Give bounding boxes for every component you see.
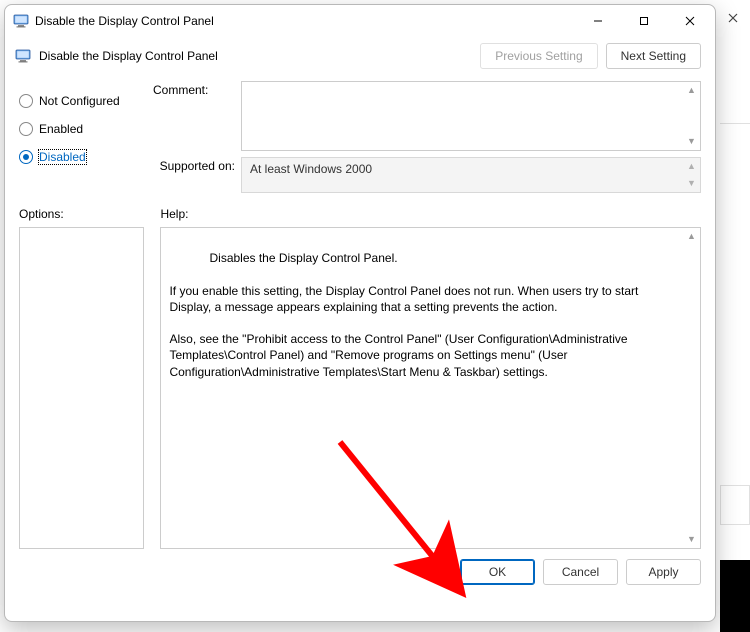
- desktop-canvas: Disable the Display Control Panel Disabl…: [0, 0, 750, 632]
- app-icon: [13, 13, 29, 29]
- dialog-footer: OK Cancel Apply: [5, 549, 715, 597]
- help-label: Help:: [160, 207, 701, 221]
- comment-textbox[interactable]: ▲ ▼: [241, 81, 701, 151]
- supported-on-text: At least Windows 2000: [250, 162, 372, 176]
- state-radio-group: Not Configured Enabled Disabled: [19, 81, 137, 193]
- window-title: Disable the Display Control Panel: [35, 14, 214, 28]
- policy-icon: [15, 48, 31, 64]
- options-pane: [19, 227, 144, 549]
- radio-icon: [19, 94, 33, 108]
- radio-label: Disabled: [39, 150, 86, 164]
- supported-on-label: Supported on:: [153, 157, 235, 193]
- policy-title: Disable the Display Control Panel: [39, 49, 218, 63]
- bg-window-close-button[interactable]: [716, 5, 750, 31]
- supported-on-box: At least Windows 2000 ▲ ▼: [241, 157, 701, 193]
- bg-panel: [720, 485, 750, 525]
- cancel-button[interactable]: Cancel: [543, 559, 618, 585]
- radio-label: Enabled: [39, 122, 83, 136]
- apply-button[interactable]: Apply: [626, 559, 701, 585]
- scroll-up-icon[interactable]: ▲: [683, 228, 700, 245]
- help-pane: Disables the Display Control Panel. If y…: [160, 227, 701, 549]
- scroll-up-icon[interactable]: ▲: [683, 158, 700, 175]
- scroll-up-icon[interactable]: ▲: [683, 82, 700, 99]
- scroll-down-icon[interactable]: ▼: [683, 175, 700, 192]
- minimize-button[interactable]: [575, 5, 621, 37]
- scroll-down-icon[interactable]: ▼: [683, 531, 700, 548]
- radio-not-configured[interactable]: Not Configured: [19, 93, 137, 109]
- radio-label: Not Configured: [39, 94, 120, 108]
- bg-dark-panel: [720, 560, 750, 632]
- previous-setting-button: Previous Setting: [480, 43, 597, 69]
- options-label: Options:: [19, 207, 144, 221]
- next-setting-button[interactable]: Next Setting: [606, 43, 701, 69]
- scroll-down-icon[interactable]: ▼: [683, 133, 700, 150]
- policy-header: Disable the Display Control Panel Previo…: [5, 37, 715, 75]
- bg-divider: [720, 123, 750, 124]
- background-window-strip: [720, 0, 750, 632]
- comment-label: Comment:: [153, 81, 235, 151]
- policy-dialog-window: Disable the Display Control Panel Disabl…: [4, 4, 716, 622]
- ok-button[interactable]: OK: [460, 559, 535, 585]
- maximize-button[interactable]: [621, 5, 667, 37]
- radio-icon: [19, 150, 33, 164]
- titlebar[interactable]: Disable the Display Control Panel: [5, 5, 715, 37]
- radio-icon: [19, 122, 33, 136]
- close-button[interactable]: [667, 5, 713, 37]
- radio-enabled[interactable]: Enabled: [19, 121, 137, 137]
- help-text: Disables the Display Control Panel. If y…: [169, 251, 641, 378]
- radio-disabled[interactable]: Disabled: [19, 149, 137, 165]
